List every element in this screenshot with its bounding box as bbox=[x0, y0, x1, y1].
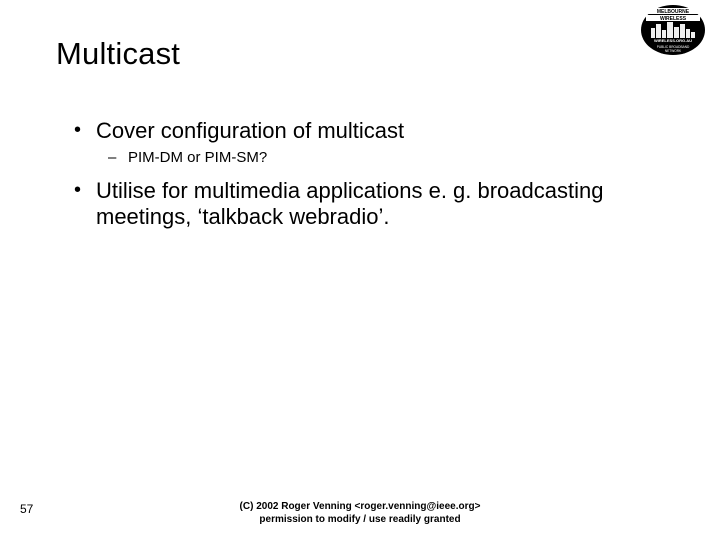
bullet-level-1: Utilise for multimedia applications e. g… bbox=[72, 178, 660, 231]
logo-mid-text: WIRELESS bbox=[660, 16, 687, 22]
bullet-level-2: PIM-DM or PIM-SM? bbox=[72, 148, 660, 168]
logo-top-text: MELBOURNE bbox=[657, 9, 690, 15]
logo-sub-text: WIRELESS.ORG.AU bbox=[654, 38, 692, 43]
svg-text:NETWORK: NETWORK bbox=[665, 49, 682, 53]
slide-title: Multicast bbox=[56, 36, 180, 72]
copyright-footer: (C) 2002 Roger Venning <roger.venning@ie… bbox=[0, 501, 720, 526]
footer-line-2: permission to modify / use readily grant… bbox=[0, 514, 720, 527]
footer-line-1: (C) 2002 Roger Venning <roger.venning@ie… bbox=[0, 501, 720, 514]
bullet-level-1: Cover configuration of multicast bbox=[72, 118, 660, 144]
slide-body: Cover configuration of multicast PIM-DM … bbox=[72, 118, 660, 235]
slide: MELBOURNE WIRELESS WIRELESS.ORG.AU PUBLI… bbox=[0, 0, 720, 540]
melbourne-wireless-logo: MELBOURNE WIRELESS WIRELESS.ORG.AU PUBLI… bbox=[640, 4, 706, 56]
